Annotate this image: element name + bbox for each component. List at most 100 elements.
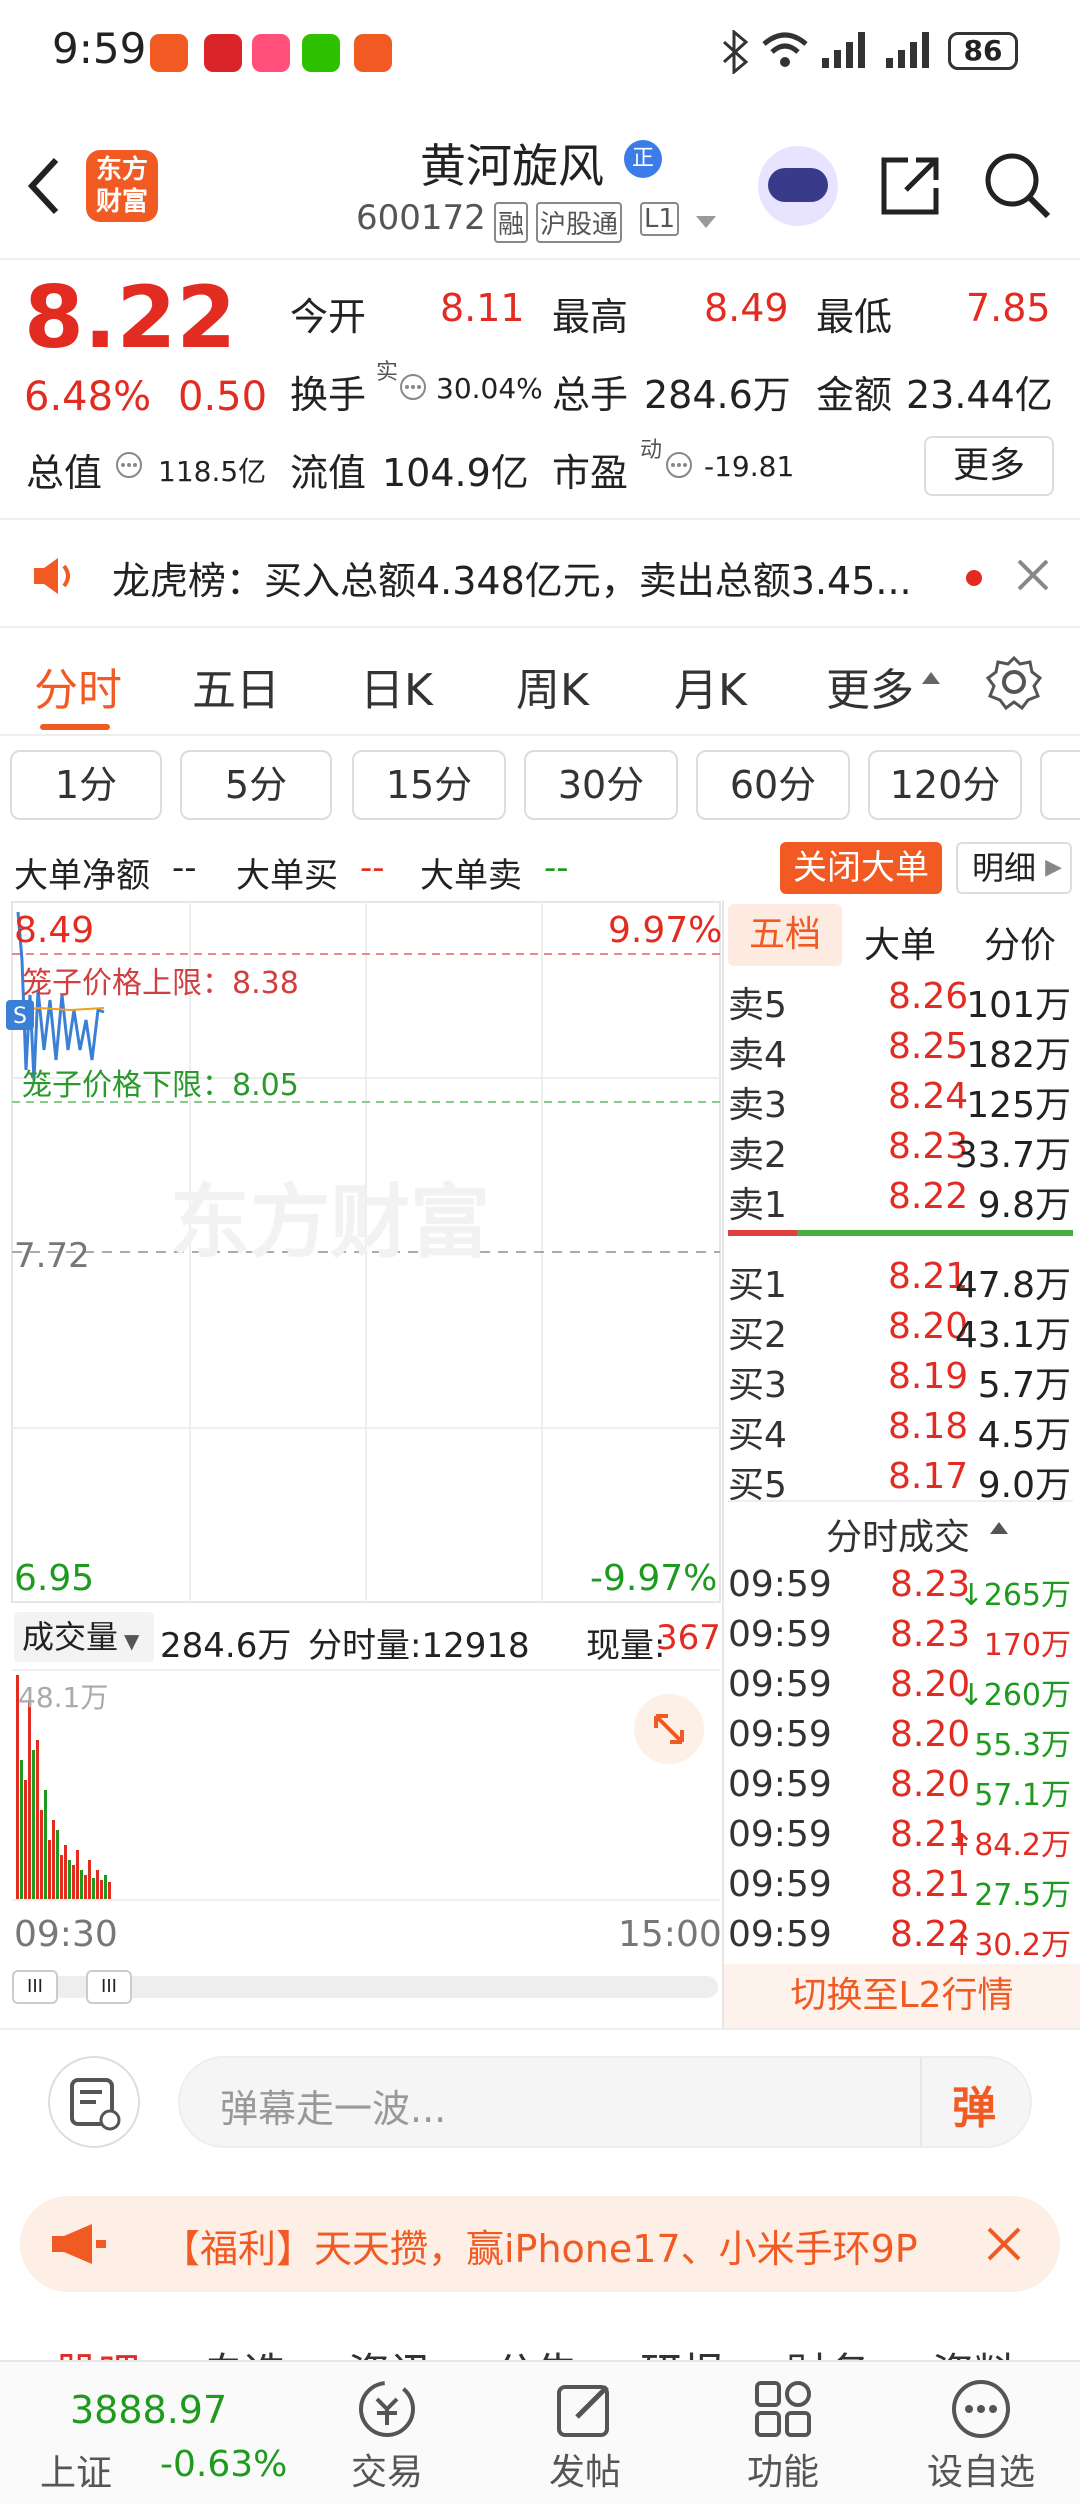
- low-label: 最低: [816, 295, 893, 339]
- tab-daily-k[interactable]: 日K: [360, 654, 433, 718]
- bid-row[interactable]: 买5 8.17 9.0万: [728, 1456, 1073, 1506]
- signal-icon: [886, 32, 929, 68]
- assistant-icon[interactable]: [758, 146, 838, 226]
- more-button[interactable]: 更多: [924, 436, 1054, 496]
- indicator-select[interactable]: 成交量 ▼: [14, 1612, 154, 1662]
- promo-banner[interactable]: 【福利】天天攒，赢iPhone17、小米手环9P: [20, 2196, 1060, 2292]
- tick-arrow: ↓: [958, 1578, 984, 1613]
- period-15min[interactable]: 15分: [352, 750, 506, 820]
- period-5min[interactable]: 5分: [180, 750, 332, 820]
- bid-row[interactable]: 买4 8.18 4.5万: [728, 1406, 1073, 1456]
- tick-volume-value: 27.5万: [974, 1878, 1071, 1913]
- ask-row[interactable]: 卖3 8.24 125万: [728, 1076, 1073, 1126]
- danmu-send-button[interactable]: 弹: [952, 2072, 996, 2136]
- bid-row[interactable]: 买2 8.20 43.1万: [728, 1306, 1073, 1356]
- bid-row[interactable]: 买1 8.21 47.8万: [728, 1256, 1073, 1306]
- bid-row[interactable]: 买3 8.19 5.7万: [728, 1356, 1073, 1406]
- tab-more[interactable]: 更多: [826, 654, 914, 718]
- ask-row[interactable]: 卖2 8.23 33.7万: [728, 1126, 1073, 1176]
- volume-bar: [28, 1700, 31, 1900]
- range-handle-left[interactable]: III: [12, 1970, 58, 2004]
- tab-five-day[interactable]: 五日: [192, 654, 280, 718]
- tab-news[interactable]: 资讯: [348, 2340, 432, 2360]
- settings-icon[interactable]: [986, 654, 1042, 710]
- volume-value: 284.6万: [644, 373, 791, 417]
- close-icon[interactable]: [1016, 558, 1050, 592]
- search-icon[interactable]: [982, 150, 1052, 220]
- info-icon[interactable]: [398, 372, 428, 402]
- tick-row: 09:59 8.20 ↓260万: [728, 1664, 1073, 1714]
- tab-announcement[interactable]: 公告: [494, 2340, 578, 2360]
- amount-value: 23.44亿: [906, 373, 1053, 417]
- volume-bar: [36, 1740, 39, 1900]
- danmu-settings-icon[interactable]: [48, 2056, 140, 2148]
- info-icon[interactable]: [664, 450, 694, 480]
- range-scrollbar[interactable]: III III: [12, 1970, 718, 2004]
- float-cap-value: 104.9亿: [382, 451, 529, 495]
- period-30min[interactable]: 30分: [524, 750, 678, 820]
- tab-timeshare[interactable]: 分时: [34, 654, 122, 718]
- trade-button[interactable]: 交易: [322, 2375, 452, 2495]
- signal-icon: [822, 32, 865, 68]
- tick-volume: ↑84.2万: [949, 1820, 1071, 1864]
- period-60min[interactable]: 60分: [696, 750, 850, 820]
- function-label: 功能: [746, 2452, 819, 2493]
- ask-row[interactable]: 卖1 8.22 9.8万: [728, 1176, 1073, 1226]
- tick-time: 09:59: [728, 1664, 832, 1705]
- tick-volume: ↓260万: [959, 1670, 1071, 1714]
- tab-guba[interactable]: 股吧: [56, 2340, 140, 2360]
- battery-icon: 86: [948, 32, 1018, 70]
- danmu-input[interactable]: 弹幕走一波... 弹: [178, 2056, 1032, 2148]
- tick-volume: 27.5万: [974, 1870, 1071, 1914]
- detail-button[interactable]: 明细 ▶: [956, 842, 1072, 894]
- period-120min[interactable]: 120分: [868, 750, 1022, 820]
- tab-finance[interactable]: 财务: [786, 2340, 870, 2360]
- period-more[interactable]: [1040, 750, 1080, 820]
- tick-volume-value: 260万: [983, 1678, 1071, 1713]
- bottom-price-label: 6.95: [14, 1558, 95, 1599]
- tab-price-dist[interactable]: 分价: [984, 916, 1056, 968]
- badge-icon: 正: [624, 140, 662, 178]
- ticks-title[interactable]: 分时成交: [826, 1508, 970, 1560]
- dropdown-icon[interactable]: [694, 214, 718, 230]
- period-1min[interactable]: 1分: [10, 750, 162, 820]
- low-value: 7.85: [966, 286, 1051, 330]
- share-icon[interactable]: [878, 152, 944, 218]
- ask-row[interactable]: 卖4 8.25 182万: [728, 1026, 1073, 1076]
- back-icon[interactable]: [22, 156, 66, 216]
- divider: [920, 2058, 922, 2146]
- change-amount: 0.50: [178, 374, 268, 420]
- ask-row[interactable]: 卖5 8.26 101万: [728, 976, 1073, 1026]
- big-buy-value: --: [360, 848, 385, 888]
- tab-watch[interactable]: 自选: [202, 2340, 286, 2360]
- index-widget[interactable]: 3888.97 上证 -0.63%: [0, 2364, 290, 2504]
- index-value: 3888.97: [70, 2388, 228, 2432]
- tab-weekly-k[interactable]: 周K: [516, 654, 589, 718]
- app-logo[interactable]: 东方财富: [86, 150, 158, 222]
- intraday-chart[interactable]: S 东方财富: [0, 900, 722, 1940]
- add-watchlist-button[interactable]: 设自选: [916, 2375, 1046, 2495]
- tab-big-order[interactable]: 大单: [864, 916, 936, 968]
- function-button[interactable]: 功能: [718, 2375, 848, 2495]
- info-icon[interactable]: [114, 450, 144, 480]
- turnover-label: 换手: [290, 373, 367, 417]
- post-button[interactable]: 发帖: [520, 2375, 650, 2495]
- tab-research[interactable]: 研报: [640, 2340, 724, 2360]
- close-big-order-button[interactable]: 关闭大单: [780, 842, 942, 894]
- notice-bar[interactable]: 龙虎榜：买入总额4.348亿元，卖出总额3.45...: [0, 518, 1080, 628]
- big-net-label: 大单净额: [14, 856, 150, 896]
- tick-arrow: ↑: [949, 1928, 975, 1963]
- switch-l2-button[interactable]: 切换至L2行情: [724, 1964, 1080, 2028]
- bid-level: 买3: [728, 1365, 787, 1406]
- range-handle-right[interactable]: III: [86, 1970, 132, 2004]
- tick-row: 09:59 8.20 55.3万: [728, 1714, 1073, 1764]
- time-start: 09:30: [14, 1914, 118, 1955]
- close-icon[interactable]: [986, 2226, 1022, 2262]
- tab-level5[interactable]: 五档: [728, 904, 842, 966]
- app-notification-icon: [252, 34, 290, 72]
- expand-icon[interactable]: [634, 1694, 704, 1764]
- tab-monthly-k[interactable]: 月K: [674, 654, 747, 718]
- active-tab-indicator: [40, 724, 110, 730]
- tick-volume-value: 57.1万: [974, 1778, 1071, 1813]
- tab-profile[interactable]: 资料: [932, 2340, 1016, 2360]
